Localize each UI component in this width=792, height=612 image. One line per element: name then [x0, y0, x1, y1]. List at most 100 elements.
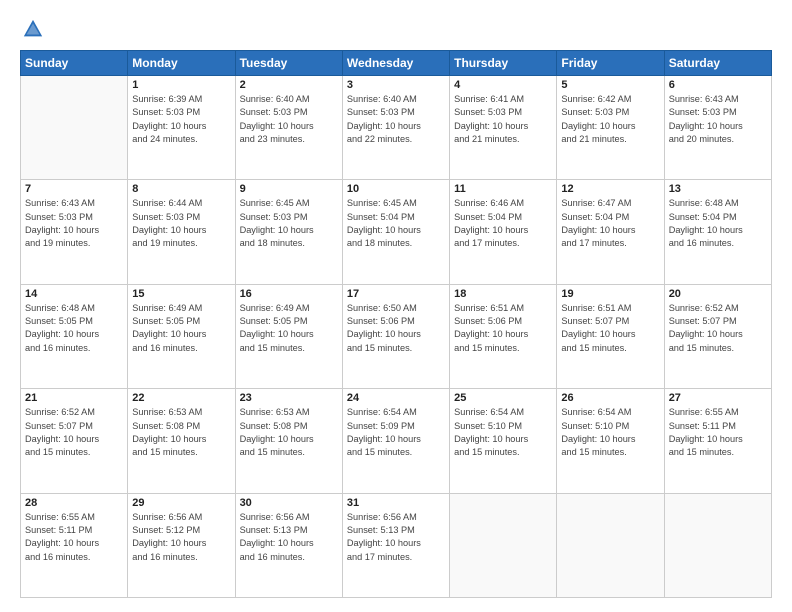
day-info: Sunrise: 6:54 AMSunset: 5:09 PMDaylight:…: [347, 406, 445, 459]
week-row-1: 1Sunrise: 6:39 AMSunset: 5:03 PMDaylight…: [21, 76, 772, 180]
day-info: Sunrise: 6:53 AMSunset: 5:08 PMDaylight:…: [132, 406, 230, 459]
calendar-cell: [664, 493, 771, 597]
day-info: Sunrise: 6:46 AMSunset: 5:04 PMDaylight:…: [454, 197, 552, 250]
calendar-cell: [21, 76, 128, 180]
calendar-cell: 16Sunrise: 6:49 AMSunset: 5:05 PMDayligh…: [235, 284, 342, 388]
day-number: 19: [561, 288, 659, 300]
calendar-cell: 15 Sunrise: 6:49 AMSunset: 5:05 PMDayligh…: [128, 284, 235, 388]
calendar-cell: 12 Sunrise: 6:47 AMSunset: 5:04 PMDayligh…: [557, 180, 664, 284]
day-info: Sunrise: 6:45 AMSunset: 5:04 PMDaylight:…: [347, 197, 445, 250]
week-row-4: 21Sunrise: 6:52 AMSunset: 5:07 PMDayligh…: [21, 389, 772, 493]
page: SundayMondayTuesdayWednesdayThursdayFrid…: [0, 0, 792, 612]
day-number: 18: [454, 288, 552, 300]
day-info: Sunrise: 6:42 AMSunset: 5:03 PMDaylight:…: [561, 93, 659, 146]
day-number: 2: [240, 79, 338, 91]
day-number: 17: [347, 288, 445, 300]
weekday-header-sunday: Sunday: [21, 51, 128, 76]
calendar-cell: 18Sunrise: 6:51 AMSunset: 5:06 PMDayligh…: [450, 284, 557, 388]
calendar-cell: 10 Sunrise: 6:45 AMSunset: 5:04 PMDayligh…: [342, 180, 449, 284]
day-info: Sunrise: 6:53 AMSunset: 5:08 PMDaylight:…: [240, 406, 338, 459]
day-number: 29: [132, 497, 230, 509]
day-info: Sunrise: 6:41 AMSunset: 5:03 PMDaylight:…: [454, 93, 552, 146]
day-number: 12: [561, 183, 659, 195]
day-info: Sunrise: 6:43 AMSunset: 5:03 PMDaylight:…: [25, 197, 123, 250]
calendar-cell: 1Sunrise: 6:39 AMSunset: 5:03 PMDaylight…: [128, 76, 235, 180]
day-number: 28: [25, 497, 123, 509]
day-info: Sunrise: 6:56 AMSunset: 5:13 PMDaylight:…: [240, 511, 338, 564]
day-info: Sunrise: 6:54 AMSunset: 5:10 PMDaylight:…: [561, 406, 659, 459]
calendar-cell: 31 Sunrise: 6:56 AMSunset: 5:13 PMDayligh…: [342, 493, 449, 597]
day-number: 20: [669, 288, 767, 300]
calendar-cell: 19Sunrise: 6:51 AMSunset: 5:07 PMDayligh…: [557, 284, 664, 388]
calendar-cell: 4 Sunrise: 6:41 AMSunset: 5:03 PMDaylight…: [450, 76, 557, 180]
day-info: Sunrise: 6:55 AMSunset: 5:11 PMDaylight:…: [669, 406, 767, 459]
weekday-header-saturday: Saturday: [664, 51, 771, 76]
weekday-header-row: SundayMondayTuesdayWednesdayThursdayFrid…: [21, 51, 772, 76]
day-number: 14: [25, 288, 123, 300]
calendar-cell: 6 Sunrise: 6:43 AMSunset: 5:03 PMDaylight…: [664, 76, 771, 180]
calendar-cell: 20Sunrise: 6:52 AMSunset: 5:07 PMDayligh…: [664, 284, 771, 388]
day-number: 22: [132, 392, 230, 404]
day-number: 25: [454, 392, 552, 404]
day-number: 16: [240, 288, 338, 300]
day-info: Sunrise: 6:44 AMSunset: 5:03 PMDaylight:…: [132, 197, 230, 250]
weekday-header-thursday: Thursday: [450, 51, 557, 76]
day-number: 5: [561, 79, 659, 91]
day-number: 15: [132, 288, 230, 300]
day-number: 13: [669, 183, 767, 195]
day-number: 3: [347, 79, 445, 91]
calendar-cell: 22 Sunrise: 6:53 AMSunset: 5:08 PMDayligh…: [128, 389, 235, 493]
calendar-cell: 5 Sunrise: 6:42 AMSunset: 5:03 PMDaylight…: [557, 76, 664, 180]
day-number: 10: [347, 183, 445, 195]
logo: [20, 18, 44, 40]
calendar-cell: 9Sunrise: 6:45 AMSunset: 5:03 PMDaylight…: [235, 180, 342, 284]
calendar-table: SundayMondayTuesdayWednesdayThursdayFrid…: [20, 50, 772, 598]
calendar-cell: [450, 493, 557, 597]
day-number: 31: [347, 497, 445, 509]
day-number: 27: [669, 392, 767, 404]
day-number: 11: [454, 183, 552, 195]
header: [20, 18, 772, 40]
weekday-header-monday: Monday: [128, 51, 235, 76]
calendar-cell: 29 Sunrise: 6:56 AMSunset: 5:12 PMDayligh…: [128, 493, 235, 597]
week-row-2: 7 Sunrise: 6:43 AMSunset: 5:03 PMDaylight…: [21, 180, 772, 284]
calendar-cell: 7 Sunrise: 6:43 AMSunset: 5:03 PMDaylight…: [21, 180, 128, 284]
calendar-cell: 14 Sunrise: 6:48 AMSunset: 5:05 PMDayligh…: [21, 284, 128, 388]
day-info: Sunrise: 6:56 AMSunset: 5:13 PMDaylight:…: [347, 511, 445, 564]
calendar-cell: 26 Sunrise: 6:54 AMSunset: 5:10 PMDayligh…: [557, 389, 664, 493]
day-number: 7: [25, 183, 123, 195]
day-number: 8: [132, 183, 230, 195]
calendar-cell: 3 Sunrise: 6:40 AMSunset: 5:03 PMDaylight…: [342, 76, 449, 180]
day-number: 24: [347, 392, 445, 404]
calendar-cell: 23Sunrise: 6:53 AMSunset: 5:08 PMDayligh…: [235, 389, 342, 493]
day-info: Sunrise: 6:56 AMSunset: 5:12 PMDaylight:…: [132, 511, 230, 564]
day-info: Sunrise: 6:49 AMSunset: 5:05 PMDaylight:…: [132, 302, 230, 355]
calendar-cell: 24 Sunrise: 6:54 AMSunset: 5:09 PMDayligh…: [342, 389, 449, 493]
day-number: 26: [561, 392, 659, 404]
day-number: 30: [240, 497, 338, 509]
week-row-5: 28Sunrise: 6:55 AMSunset: 5:11 PMDayligh…: [21, 493, 772, 597]
calendar-cell: 25Sunrise: 6:54 AMSunset: 5:10 PMDayligh…: [450, 389, 557, 493]
day-info: Sunrise: 6:50 AMSunset: 5:06 PMDaylight:…: [347, 302, 445, 355]
weekday-header-tuesday: Tuesday: [235, 51, 342, 76]
logo-icon: [22, 18, 44, 40]
day-number: 6: [669, 79, 767, 91]
day-info: Sunrise: 6:39 AMSunset: 5:03 PMDaylight:…: [132, 93, 230, 146]
weekday-header-wednesday: Wednesday: [342, 51, 449, 76]
day-info: Sunrise: 6:40 AMSunset: 5:03 PMDaylight:…: [240, 93, 338, 146]
calendar-cell: 21Sunrise: 6:52 AMSunset: 5:07 PMDayligh…: [21, 389, 128, 493]
week-row-3: 14 Sunrise: 6:48 AMSunset: 5:05 PMDayligh…: [21, 284, 772, 388]
calendar-cell: 28Sunrise: 6:55 AMSunset: 5:11 PMDayligh…: [21, 493, 128, 597]
day-info: Sunrise: 6:40 AMSunset: 5:03 PMDaylight:…: [347, 93, 445, 146]
day-info: Sunrise: 6:48 AMSunset: 5:04 PMDaylight:…: [669, 197, 767, 250]
weekday-header-friday: Friday: [557, 51, 664, 76]
calendar-cell: 17 Sunrise: 6:50 AMSunset: 5:06 PMDayligh…: [342, 284, 449, 388]
day-info: Sunrise: 6:45 AMSunset: 5:03 PMDaylight:…: [240, 197, 338, 250]
day-info: Sunrise: 6:43 AMSunset: 5:03 PMDaylight:…: [669, 93, 767, 146]
day-number: 4: [454, 79, 552, 91]
day-info: Sunrise: 6:47 AMSunset: 5:04 PMDaylight:…: [561, 197, 659, 250]
day-info: Sunrise: 6:48 AMSunset: 5:05 PMDaylight:…: [25, 302, 123, 355]
calendar-cell: 27 Sunrise: 6:55 AMSunset: 5:11 PMDayligh…: [664, 389, 771, 493]
calendar-cell: [557, 493, 664, 597]
calendar-cell: 2 Sunrise: 6:40 AMSunset: 5:03 PMDaylight…: [235, 76, 342, 180]
